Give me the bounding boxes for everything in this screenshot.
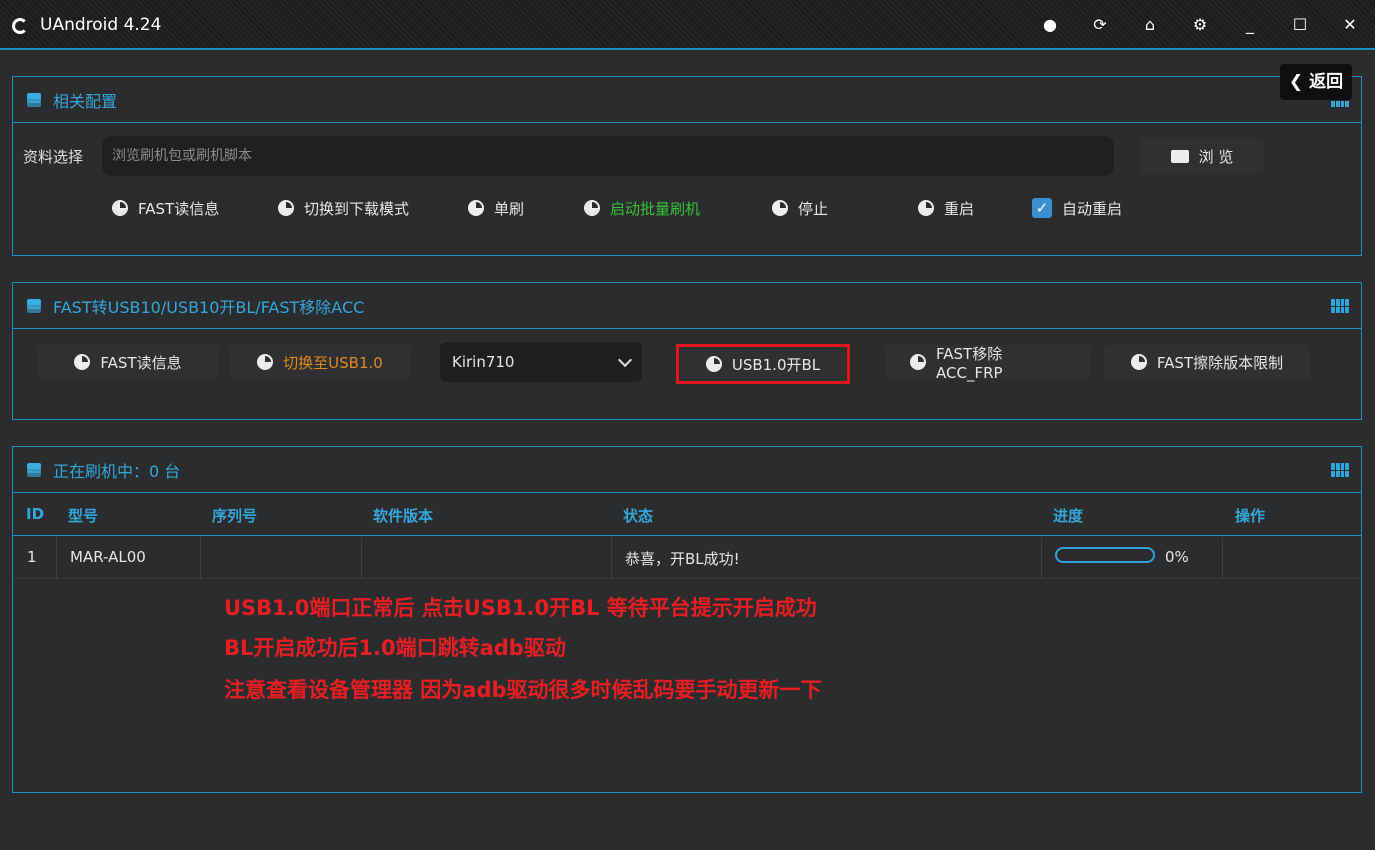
switch-usb10-button[interactable]: 切换至USB1.0 xyxy=(230,345,410,379)
back-button[interactable]: ❮ 返回 xyxy=(1280,64,1352,100)
title-bar: UAndroid 4.24 ● ⟳ ⌂ ⚙ _ ☐ ✕ xyxy=(0,0,1375,50)
minimize-icon[interactable]: _ xyxy=(1239,14,1261,36)
pie-chart-icon xyxy=(112,200,128,216)
cell-status: 恭喜，开BL成功! xyxy=(625,550,740,568)
usb-fast-read-info-button[interactable]: FAST读信息 xyxy=(38,345,218,379)
pie-chart-icon xyxy=(1130,354,1147,370)
pie-chart-icon xyxy=(918,200,934,216)
auto-reboot-label: 自动重启 xyxy=(1062,199,1123,218)
grid-icon[interactable] xyxy=(1331,463,1349,477)
switch-usb10-label: 切换至USB1.0 xyxy=(283,353,383,372)
pie-chart-icon xyxy=(74,354,91,370)
pie-chart-icon xyxy=(910,354,926,370)
column-header-id: ID xyxy=(26,505,45,523)
annotation-note-3: 注意查看设备管理器 因为adb驱动很多时候乱码要手动更新一下 xyxy=(224,678,822,702)
chip-select[interactable]: Kirin710 xyxy=(440,342,642,382)
fast-erase-version-limit-button[interactable]: FAST擦除版本限制 xyxy=(1104,345,1310,379)
switch-download-mode-button[interactable]: 切换到下载模式 xyxy=(278,191,409,225)
column-header-model: 型号 xyxy=(68,507,99,525)
column-header-serial: 序列号 xyxy=(212,507,258,525)
stop-label: 停止 xyxy=(798,199,829,218)
fast-remove-acc-frp-label: FAST移除ACC_FRP xyxy=(936,344,1003,382)
close-icon[interactable]: ✕ xyxy=(1339,14,1361,36)
annotation-note-2: BL开启成功后1.0端口跳转adb驱动 xyxy=(224,636,566,660)
globe-icon[interactable]: ● xyxy=(1039,14,1061,36)
chip-select-value: Kirin710 xyxy=(452,353,515,371)
pie-chart-icon xyxy=(468,200,484,216)
fast-remove-acc-frp-button[interactable]: FAST移除ACC_FRP xyxy=(886,344,1090,382)
table-row[interactable]: 1 MAR-AL00 恭喜，开BL成功! 0% xyxy=(13,537,1361,579)
single-flash-button[interactable]: 单刷 xyxy=(468,191,524,225)
usb-panel-title: FAST转USB10/USB10开BL/FAST移除ACC xyxy=(53,297,365,317)
checkmark-icon: ✓ xyxy=(1032,198,1052,218)
auto-reboot-checkbox[interactable]: ✓ 自动重启 xyxy=(1032,191,1122,225)
folder-icon xyxy=(1170,149,1189,163)
switch-download-mode-label: 切换到下载模式 xyxy=(304,199,410,218)
pie-chart-icon xyxy=(705,356,722,372)
cell-id: 1 xyxy=(27,548,37,566)
column-header-status: 状态 xyxy=(623,507,654,525)
stop-button[interactable]: 停止 xyxy=(772,191,828,225)
device-panel-header: 正在刷机中：0 台 xyxy=(13,447,1361,493)
start-batch-flash-label: 启动批量刷机 xyxy=(610,199,701,218)
gear-icon[interactable]: ⚙ xyxy=(1189,14,1211,36)
app-logo-icon xyxy=(12,18,28,34)
reboot-label: 重启 xyxy=(944,199,975,218)
config-panel-header: 相关配置 xyxy=(13,77,1361,123)
layers-icon xyxy=(25,462,43,477)
cell-model: MAR-AL00 xyxy=(70,548,146,566)
app-title: UAndroid 4.24 xyxy=(40,15,162,35)
chevron-down-icon xyxy=(617,352,633,368)
start-batch-flash-button[interactable]: 启动批量刷机 xyxy=(584,191,700,225)
column-header-version: 软件版本 xyxy=(373,507,434,525)
cell-progress-text: 0% xyxy=(1165,548,1189,566)
device-panel-title: 正在刷机中：0 台 xyxy=(53,461,181,481)
grid-icon[interactable] xyxy=(1331,299,1349,313)
layers-icon xyxy=(25,92,43,107)
column-header-actions: 操作 xyxy=(1235,507,1266,525)
column-header-progress: 进度 xyxy=(1053,507,1084,525)
fast-erase-version-limit-label: FAST擦除版本限制 xyxy=(1156,353,1284,372)
refresh-icon[interactable]: ⟳ xyxy=(1089,14,1111,36)
pie-chart-icon xyxy=(772,200,788,216)
pie-chart-icon xyxy=(257,354,274,370)
pie-chart-icon xyxy=(584,200,600,216)
home-icon[interactable]: ⌂ xyxy=(1139,14,1161,36)
back-button-label: 返回 xyxy=(1309,72,1344,92)
maximize-icon[interactable]: ☐ xyxy=(1289,14,1311,36)
file-select-label: 资料选择 xyxy=(23,148,84,166)
chevron-left-icon: ❮ xyxy=(1288,72,1310,92)
browse-button[interactable]: 浏 览 xyxy=(1140,138,1264,174)
annotation-note-1: USB1.0端口正常后 点击USB1.0开BL 等待平台提示开启成功 xyxy=(224,596,817,620)
reboot-button[interactable]: 重启 xyxy=(918,191,974,225)
fast-read-info-button[interactable]: FAST读信息 xyxy=(112,191,219,225)
table-header: ID 型号 序列号 软件版本 状态 进度 操作 xyxy=(13,492,1361,536)
flash-package-input[interactable] xyxy=(102,136,1114,176)
progress-bar xyxy=(1055,547,1155,563)
single-flash-label: 单刷 xyxy=(494,199,525,218)
usb-panel-header: FAST转USB10/USB10开BL/FAST移除ACC xyxy=(13,283,1361,329)
layers-icon xyxy=(25,298,43,313)
usb-fast-read-info-label: FAST读信息 xyxy=(100,353,182,372)
usb10-unlock-bl-label: USB1.0开BL xyxy=(731,355,821,374)
config-panel-title: 相关配置 xyxy=(53,91,118,111)
pie-chart-icon xyxy=(278,200,294,216)
browse-button-label: 浏 览 xyxy=(1198,147,1234,166)
usb10-unlock-bl-button[interactable]: USB1.0开BL xyxy=(680,347,846,381)
fast-read-info-label: FAST读信息 xyxy=(138,199,220,218)
